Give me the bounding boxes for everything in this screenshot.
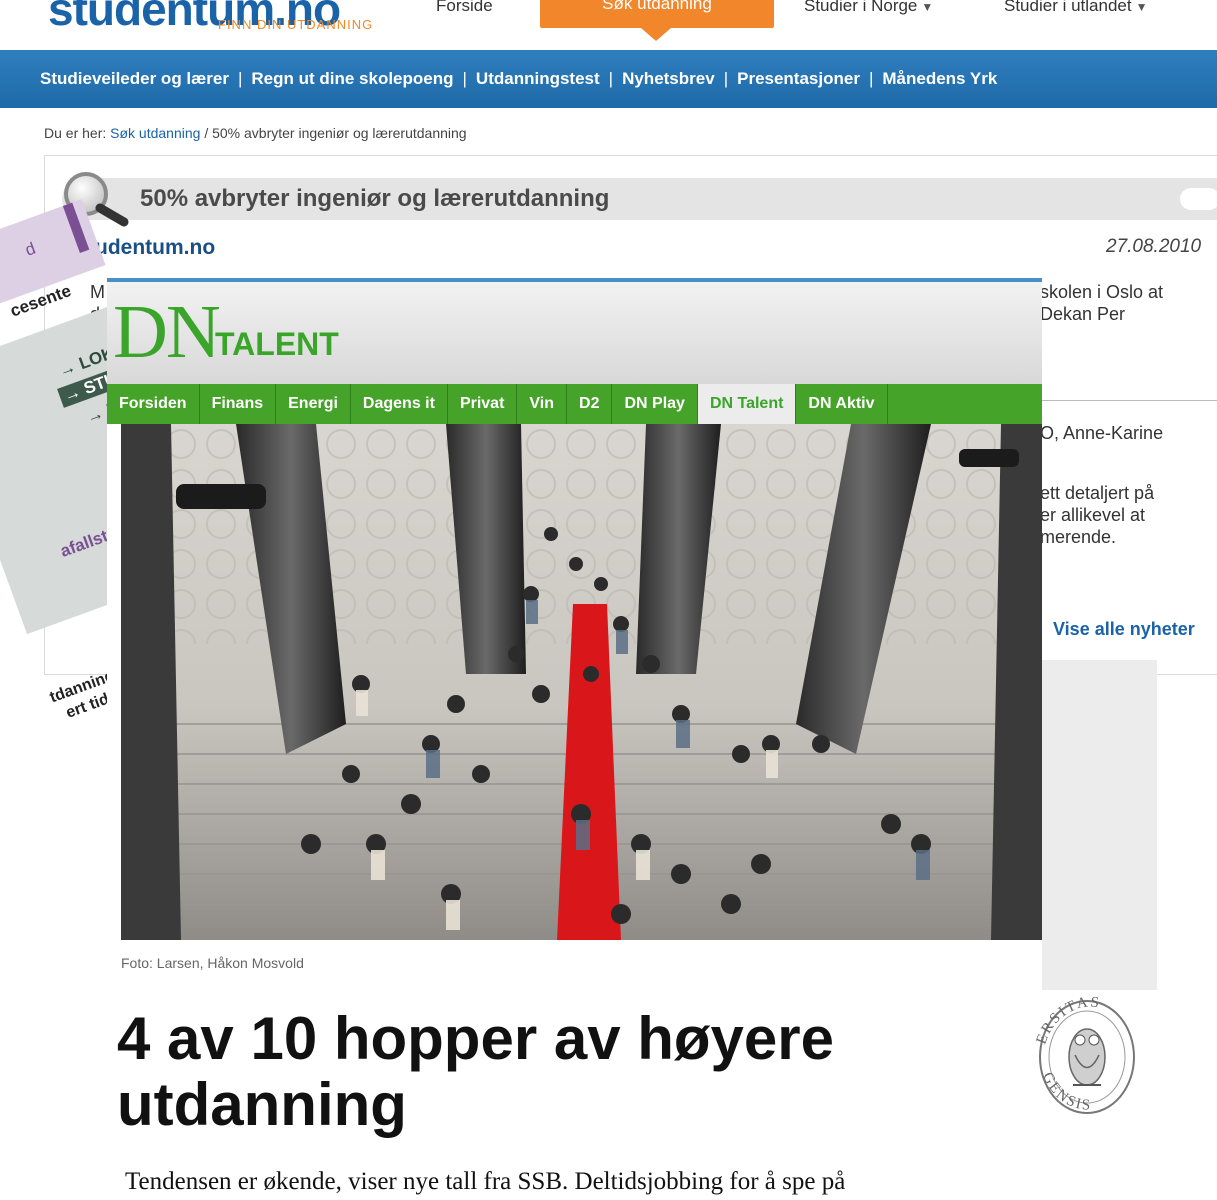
subnav-link[interactable]: Nyhetsbrev <box>622 69 715 88</box>
university-seal-logo: ERSITAS GENSIS <box>1034 985 1135 1125</box>
tab-forsiden[interactable]: Forsiden <box>107 384 200 424</box>
studentum-subnav: Studieveileder og lærer | Regn ut dine sko… <box>0 50 1217 108</box>
subnav-separator: | <box>608 69 614 88</box>
show-all-news-link[interactable]: Vise alle nyheter <box>1053 619 1195 640</box>
article-title: 50% avbryter ingeniør og lærerutdanning <box>140 185 610 212</box>
divider <box>1042 400 1217 401</box>
dn-main-menu: Forsiden Finans Energi Dagens it Privat … <box>107 384 1042 424</box>
subnav-separator: | <box>723 69 729 88</box>
subnav-link[interactable]: Regn ut dine skolepoeng <box>251 69 453 88</box>
body-fragment: O, Anne-Karine <box>1040 423 1164 443</box>
nav-home-link[interactable]: Forside <box>436 0 493 16</box>
tab-finans[interactable]: Finans <box>200 384 277 424</box>
studentum-logo-tagline: FINN DIN UTDANNING <box>218 17 374 32</box>
subnav-link[interactable]: Utdanningstest <box>476 69 600 88</box>
dn-talent-article: DN TALENT Forsiden Finans Energi Dagens … <box>107 278 1042 1200</box>
nav-studies-abroad-dropdown[interactable]: Studier i utlandet ▼ <box>1004 0 1147 16</box>
body-fragment: skolen i Oslo at <box>1040 282 1164 302</box>
subnav-link[interactable]: Studieveileder og lærer <box>40 69 229 88</box>
subnav-separator: | <box>462 69 467 88</box>
tab-dn-aktiv[interactable]: DN Aktiv <box>796 384 888 424</box>
article-photo <box>121 424 1042 940</box>
subnav-separator: | <box>868 69 874 88</box>
subnav-link[interactable]: Presentasjoner <box>737 69 860 88</box>
breadcrumb-current: / 50% avbryter ingeniør og lærerutdannin… <box>204 125 467 141</box>
article-headline: 4 av 10 hopper av høyere utdanning <box>117 1005 835 1138</box>
tab-dagens-it[interactable]: Dagens it <box>351 384 448 424</box>
dn-logo-talent: TALENT <box>215 326 339 362</box>
article-lead: Tendensen er økende, viser nye tall fra … <box>125 1168 846 1195</box>
nav-studies-abroad-label: Studier i utlandet <box>1004 0 1132 15</box>
body-fragment: ett detaljert på <box>1040 483 1155 503</box>
subnav-separator: | <box>237 69 243 88</box>
nav-studies-norway-dropdown[interactable]: Studier i Norge ▼ <box>804 0 933 16</box>
tab-vin[interactable]: Vin <box>517 384 568 424</box>
nav-active-arrow <box>641 28 671 41</box>
nav-search-education-tab[interactable]: Søk utdanning <box>540 0 774 28</box>
studentum-topbar: studentum.no FINN DIN UTDANNING Forside … <box>0 0 1217 50</box>
dn-logo[interactable]: DN <box>113 294 221 370</box>
breadcrumb: Du er her: Søk utdanning / 50% avbryter … <box>44 125 467 141</box>
chevron-down-icon: ▼ <box>1135 0 1148 14</box>
breadcrumb-link[interactable]: Søk utdanning <box>110 125 200 141</box>
nav-studies-norway-label: Studier i Norge <box>804 0 918 15</box>
title-bar-pill <box>1180 188 1217 210</box>
subnav-link[interactable]: Månedens Yrk <box>882 69 997 88</box>
nav-search-label: Søk utdanning <box>602 0 712 13</box>
breadcrumb-prefix: Du er her: <box>44 125 107 141</box>
body-fragment: merende. <box>1040 527 1117 547</box>
tab-privat[interactable]: Privat <box>448 384 518 424</box>
photo-caption: Foto: Larsen, Håkon Mosvold <box>121 955 304 971</box>
tab-dn-talent[interactable]: DN Talent <box>697 384 797 424</box>
tab-dn-play[interactable]: DN Play <box>612 384 698 424</box>
body-fragment: er allikevel at <box>1040 505 1146 525</box>
article-date: 27.08.2010 <box>1106 236 1202 257</box>
sidebar-panel <box>1042 660 1157 990</box>
chevron-down-icon: ▼ <box>921 0 934 14</box>
body-fragment: Dekan Per <box>1040 304 1126 324</box>
tab-d2[interactable]: D2 <box>567 384 613 424</box>
tab-energi[interactable]: Energi <box>276 384 351 424</box>
dn-header: DN TALENT <box>107 282 1042 384</box>
